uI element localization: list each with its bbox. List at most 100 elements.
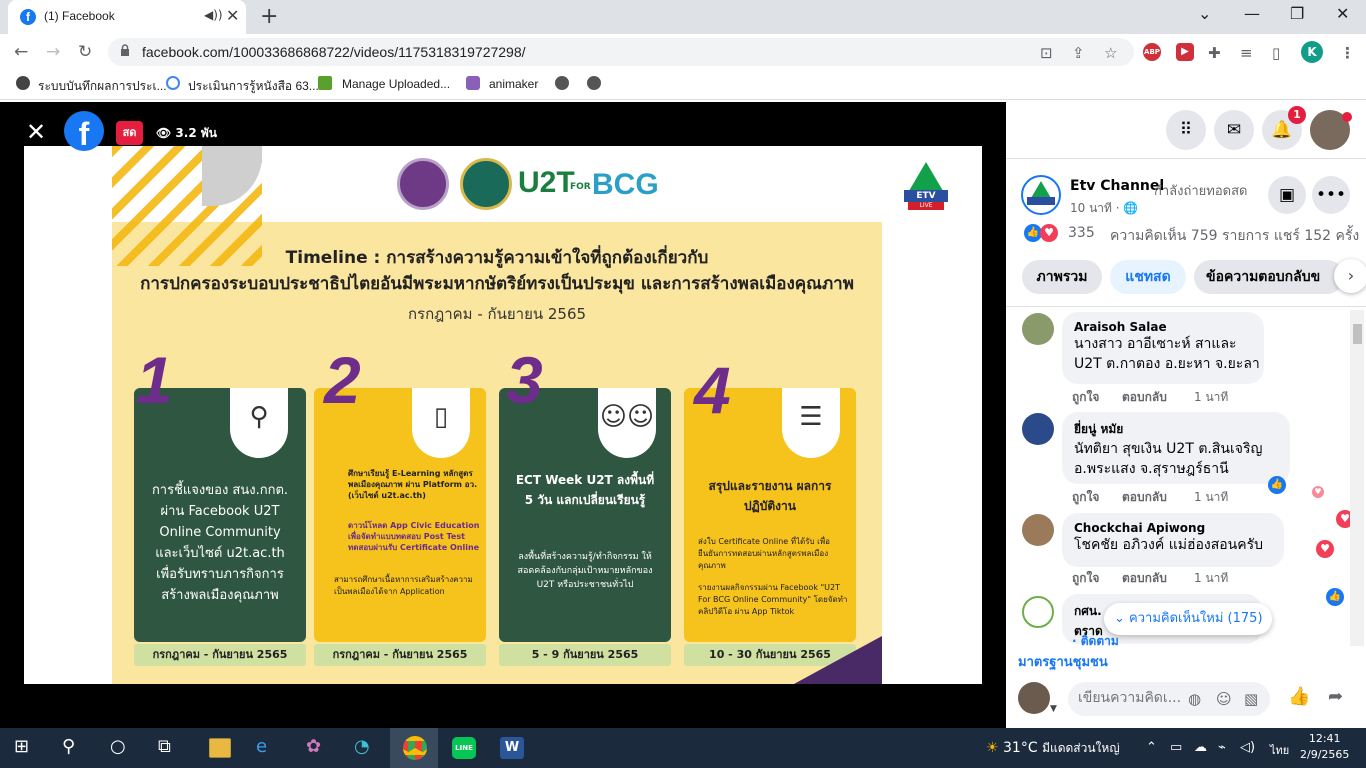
new-tab-button[interactable]: + xyxy=(260,4,278,29)
like-link[interactable]: ถูกใจ xyxy=(1072,388,1099,407)
community-standards-link[interactable]: มาตรฐานชุมชน xyxy=(1018,651,1108,672)
commenter-avatar[interactable] xyxy=(1022,514,1054,546)
line-app-icon[interactable]: LINE xyxy=(452,737,476,759)
page-name[interactable]: Etv Channel xyxy=(1070,178,1164,194)
divider xyxy=(1006,306,1366,307)
window-close-button[interactable]: ✕ xyxy=(1336,4,1349,23)
menu-dots-icon[interactable]: ⋮ xyxy=(1340,44,1355,62)
search-icon[interactable]: ⚲ xyxy=(62,736,75,757)
windows-taskbar xyxy=(0,728,1366,768)
bookmark-item[interactable]: ระบบบันทึกผลการประเ... xyxy=(38,77,167,96)
sticker-icon[interactable]: ◍ xyxy=(1188,690,1201,708)
task-view-icon[interactable]: ⧉ xyxy=(158,736,171,757)
comments-scrollbar[interactable] xyxy=(1350,310,1364,646)
caret-down-icon[interactable]: ▼ xyxy=(1050,704,1057,714)
tab-search-icon[interactable]: ⌄ xyxy=(1198,4,1211,23)
reply-link[interactable]: ตอบกลับ xyxy=(1122,388,1167,407)
speaker-icon[interactable]: ◀)) xyxy=(204,8,223,22)
weather-widget[interactable]: ☀ 31°C มีแดดส่วนใหญ่ xyxy=(986,739,1120,758)
bookmark-item[interactable]: Manage Uploaded... xyxy=(342,77,450,91)
paint-icon[interactable]: ✿ xyxy=(306,736,321,757)
media-queue-icon[interactable]: ≡ xyxy=(1240,44,1253,62)
bookmark-star-icon[interactable]: ☆ xyxy=(1104,44,1117,62)
comment-time[interactable]: 1 นาที xyxy=(1194,388,1228,407)
new-comments-button[interactable]: ⌄ ความคิดเห็นใหม่ (175) xyxy=(1104,603,1272,635)
follow-link[interactable]: · ติดตาม xyxy=(1072,632,1119,651)
maximize-button[interactable]: ❐ xyxy=(1290,4,1304,23)
comments-shares-count[interactable]: ความคิดเห็น 759 รายการ แชร์ 152 ครั้ง xyxy=(1110,225,1359,247)
file-explorer-icon[interactable] xyxy=(209,738,231,758)
tab-close-icon[interactable]: ✕ xyxy=(226,6,239,25)
comment-time[interactable]: 1 นาที xyxy=(1194,569,1228,588)
globe-icon[interactable] xyxy=(555,76,569,90)
page-status: กำลังถ่ายทอดสด xyxy=(1154,184,1248,199)
address-bar[interactable]: facebook.com/100033686868722/videos/1175… xyxy=(108,38,1134,66)
for-text: FOR xyxy=(570,182,591,192)
back-arrow-icon[interactable]: ← xyxy=(14,42,28,62)
tray-device-icon[interactable]: ▭ xyxy=(1170,740,1182,755)
profile-avatar[interactable]: K xyxy=(1301,41,1323,63)
language-indicator[interactable]: ไทย xyxy=(1270,741,1289,759)
chevron-right-icon[interactable]: › xyxy=(1334,259,1366,293)
page-avatar[interactable] xyxy=(1021,175,1061,215)
more-options-icon[interactable]: ••• xyxy=(1312,176,1350,214)
cortana-icon[interactable]: ○ xyxy=(110,736,126,757)
onedrive-icon[interactable]: ☁ xyxy=(1194,740,1207,755)
bookmark-item[interactable]: ประเมินการรู้หนังสือ 63... xyxy=(188,77,319,96)
commenter-avatar[interactable] xyxy=(1022,313,1054,345)
scrollbar-thumb[interactable] xyxy=(1353,324,1362,344)
like-link[interactable]: ถูกใจ xyxy=(1072,488,1099,507)
translate-icon[interactable]: ⊡ xyxy=(1040,44,1053,62)
reactions-icons[interactable]: 👍 ♥ xyxy=(1024,224,1064,242)
system-clock[interactable]: 12:41 2/9/2565 xyxy=(1300,731,1349,763)
new-comments-label: ความคิดเห็นใหม่ (175) xyxy=(1129,611,1263,626)
internet-explorer-icon[interactable]: e xyxy=(256,736,267,757)
commenter-avatar[interactable] xyxy=(1022,413,1054,445)
adblock-icon[interactable]: ABP xyxy=(1143,43,1161,61)
tab-replies[interactable]: ข้อความตอบกลับข xyxy=(1194,260,1344,294)
commenter-avatar[interactable] xyxy=(1022,596,1054,628)
extensions-puzzle-icon[interactable]: ✚ xyxy=(1208,44,1221,62)
like-button-icon[interactable]: 👍 xyxy=(1288,686,1310,707)
globe-icon[interactable] xyxy=(587,76,601,90)
like-link[interactable]: ถูกใจ xyxy=(1072,569,1099,588)
extension-video-icon[interactable]: ▶ xyxy=(1176,43,1194,61)
reply-link[interactable]: ตอบกลับ xyxy=(1122,569,1167,588)
share-arrow-icon[interactable]: ➦ xyxy=(1328,686,1343,707)
tab-overview[interactable]: ภาพรวม xyxy=(1022,260,1102,294)
share-icon[interactable]: ⇪ xyxy=(1072,44,1085,62)
gif-icon[interactable]: ▧ xyxy=(1244,690,1258,708)
archive-icon[interactable]: ▣ xyxy=(1268,176,1306,214)
tab-live-chat[interactable]: แชทสด xyxy=(1110,260,1186,294)
reload-icon[interactable]: ↻ xyxy=(78,42,92,62)
forward-arrow-icon[interactable]: → xyxy=(46,42,60,62)
chrome-icon[interactable] xyxy=(403,736,427,760)
minimize-button[interactable]: — xyxy=(1244,4,1260,23)
side-panel-icon[interactable]: ▯ xyxy=(1272,44,1280,62)
comment-input[interactable] xyxy=(1078,690,1188,706)
comment-time[interactable]: 1 นาที xyxy=(1194,488,1228,507)
volume-icon[interactable]: ◁) xyxy=(1240,740,1255,755)
composer-avatar[interactable] xyxy=(1018,682,1050,714)
comment-composer[interactable] xyxy=(1068,682,1270,716)
word-icon[interactable]: W xyxy=(500,737,524,759)
step-4-text: ส่งใบ Certificate Online ที่ได้รับ เพื่อ… xyxy=(698,537,830,570)
messenger-icon[interactable]: ✉ xyxy=(1214,110,1254,150)
commenter-name[interactable]: ยี่ยนู่ หมัย xyxy=(1074,420,1278,439)
menu-grid-icon[interactable]: ⠿ xyxy=(1166,110,1206,150)
checklist-icon: ☰ xyxy=(782,388,840,458)
account-avatar[interactable] xyxy=(1310,110,1352,150)
commenter-name[interactable]: Araisoh Salae xyxy=(1074,320,1252,334)
edge-icon[interactable]: ◔ xyxy=(354,736,370,757)
emoji-icon[interactable]: ☺ xyxy=(1216,690,1232,708)
facebook-logo-icon[interactable]: f xyxy=(64,111,104,152)
windows-start-icon[interactable]: ⊞ xyxy=(14,736,29,757)
browser-tab[interactable]: f (1) Facebook ◀)) ✕ xyxy=(8,0,246,34)
bookmark-item[interactable]: animaker xyxy=(489,77,538,91)
network-icon[interactable]: ⌁ xyxy=(1218,740,1226,755)
reactions-count[interactable]: 335 xyxy=(1068,225,1095,241)
tray-chevron-icon[interactable]: ⌃ xyxy=(1146,740,1157,755)
reply-link[interactable]: ตอบกลับ xyxy=(1122,488,1167,507)
close-video-icon[interactable]: ✕ xyxy=(26,118,46,146)
commenter-name[interactable]: Chockchai Apiwong xyxy=(1074,521,1272,535)
